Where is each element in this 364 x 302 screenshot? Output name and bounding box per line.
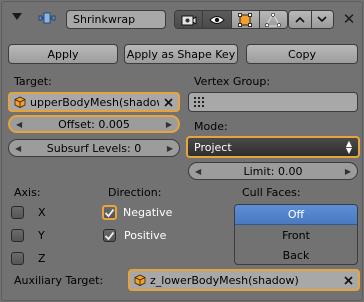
limit-slider[interactable]: ◀ Limit: 0.00 ▶ — [188, 162, 358, 180]
axis-label: Axis: — [14, 186, 41, 199]
direction-label: Direction: — [108, 186, 162, 199]
negative-direction-checkbox[interactable]: Negative — [102, 205, 172, 220]
decrement-arrow-icon[interactable]: ◀ — [195, 167, 201, 176]
mode-label: Mode: — [194, 120, 228, 133]
mesh-object-icon — [134, 274, 146, 286]
increment-arrow-icon[interactable]: ▶ — [345, 167, 351, 176]
increment-arrow-icon[interactable]: ▶ — [167, 144, 173, 153]
editmode-toggle[interactable] — [231, 11, 260, 28]
checkbox-box[interactable] — [102, 205, 117, 220]
checkbox-box[interactable] — [11, 206, 24, 219]
axis-z-checkbox[interactable]: Z — [11, 252, 46, 265]
checkmark-icon — [104, 208, 115, 217]
move-modifier-buttons — [288, 10, 334, 29]
vertex-group-field[interactable] — [188, 92, 358, 112]
offset-slider[interactable]: ◀ Offset: 0.005 ▶ — [8, 115, 180, 133]
mode-dropdown[interactable]: Project ▲ ▼ — [186, 136, 360, 158]
checkmark-icon — [104, 231, 115, 240]
shrinkwrap-modifier-icon — [38, 11, 56, 25]
vertex-group-icon — [194, 97, 204, 107]
axis-x-checkbox[interactable]: X — [11, 206, 46, 219]
axis-y-checkbox[interactable]: Y — [11, 229, 45, 242]
modifier-visibility-toggles — [174, 10, 288, 29]
cage-toggle[interactable] — [259, 11, 287, 28]
negative-label: Negative — [123, 206, 173, 219]
editmode-icon — [238, 12, 253, 27]
mode-dropdown-value: Project — [194, 140, 232, 154]
apply-as-shape-key-button[interactable]: Apply as Shape Key — [124, 44, 238, 64]
auxiliary-target-name: z_lowerBodyMesh(shadow) — [150, 273, 299, 287]
positive-label: Positive — [124, 229, 167, 242]
chevron-down-icon — [317, 16, 327, 23]
cull-faces-option-back[interactable]: Back — [235, 245, 357, 264]
shrinkwrap-modifier-panel: Shrinkwrap ✕ Apply Apply as Shape Key Co… — [1, 1, 363, 301]
clear-auxiliary-target-button[interactable] — [342, 274, 354, 286]
decrement-arrow-icon[interactable]: ◀ — [16, 120, 22, 129]
copy-button[interactable]: Copy — [246, 44, 358, 64]
axis-y-label: Y — [38, 229, 45, 242]
limit-value-text: Limit: 0.00 — [243, 164, 303, 178]
apply-button[interactable]: Apply — [8, 44, 118, 64]
render-camera-toggle[interactable] — [175, 11, 204, 28]
checkbox-box[interactable] — [11, 229, 24, 242]
offset-value-text: Offset: 0.005 — [58, 117, 130, 131]
close-icon: ✕ — [342, 10, 356, 28]
subsurf-value-text: Subsurf Levels: 0 — [46, 141, 142, 155]
axis-z-label: Z — [38, 252, 46, 265]
target-label: Target: — [14, 75, 52, 88]
clear-target-button[interactable] — [162, 96, 174, 108]
increment-arrow-icon[interactable]: ▶ — [166, 120, 172, 129]
checkbox-box[interactable] — [11, 252, 24, 265]
close-icon — [163, 97, 173, 107]
checkbox-box[interactable] — [103, 229, 116, 242]
close-icon — [343, 275, 353, 285]
collapse-triangle-icon[interactable] — [12, 13, 22, 20]
target-object-field[interactable]: upperBodyMesh(shadow) — [8, 92, 180, 112]
move-up-button[interactable] — [289, 11, 312, 28]
move-down-button[interactable] — [311, 11, 333, 28]
cull-faces-option-off[interactable]: Off — [235, 205, 357, 225]
auxiliary-target-label: Auxiliary Target: — [14, 274, 104, 287]
cage-vertex-icon — [265, 12, 282, 27]
target-object-name: upperBodyMesh(shadow) — [30, 95, 159, 109]
positive-direction-checkbox[interactable]: Positive — [103, 229, 166, 242]
vertex-group-label: Vertex Group: — [194, 75, 271, 88]
dropdown-arrows-icon: ▲ ▼ — [345, 139, 352, 155]
cull-faces-label: Cull Faces: — [242, 186, 301, 199]
eye-icon — [209, 15, 225, 24]
chevron-up-icon — [295, 16, 305, 23]
mesh-object-icon — [14, 96, 26, 108]
render-camera-icon — [181, 15, 197, 25]
cull-faces-option-front[interactable]: Front — [235, 225, 357, 245]
auxiliary-target-field[interactable]: z_lowerBodyMesh(shadow) — [128, 269, 360, 291]
subsurf-levels-slider[interactable]: ◀ Subsurf Levels: 0 ▶ — [8, 139, 180, 157]
decrement-arrow-icon[interactable]: ◀ — [15, 144, 21, 153]
modifier-name-field[interactable]: Shrinkwrap — [66, 10, 166, 29]
cull-faces-list: Off Front Back — [234, 204, 358, 265]
axis-x-label: X — [38, 206, 46, 219]
viewport-eye-toggle[interactable] — [203, 11, 232, 28]
remove-modifier-button[interactable]: ✕ — [340, 10, 358, 28]
